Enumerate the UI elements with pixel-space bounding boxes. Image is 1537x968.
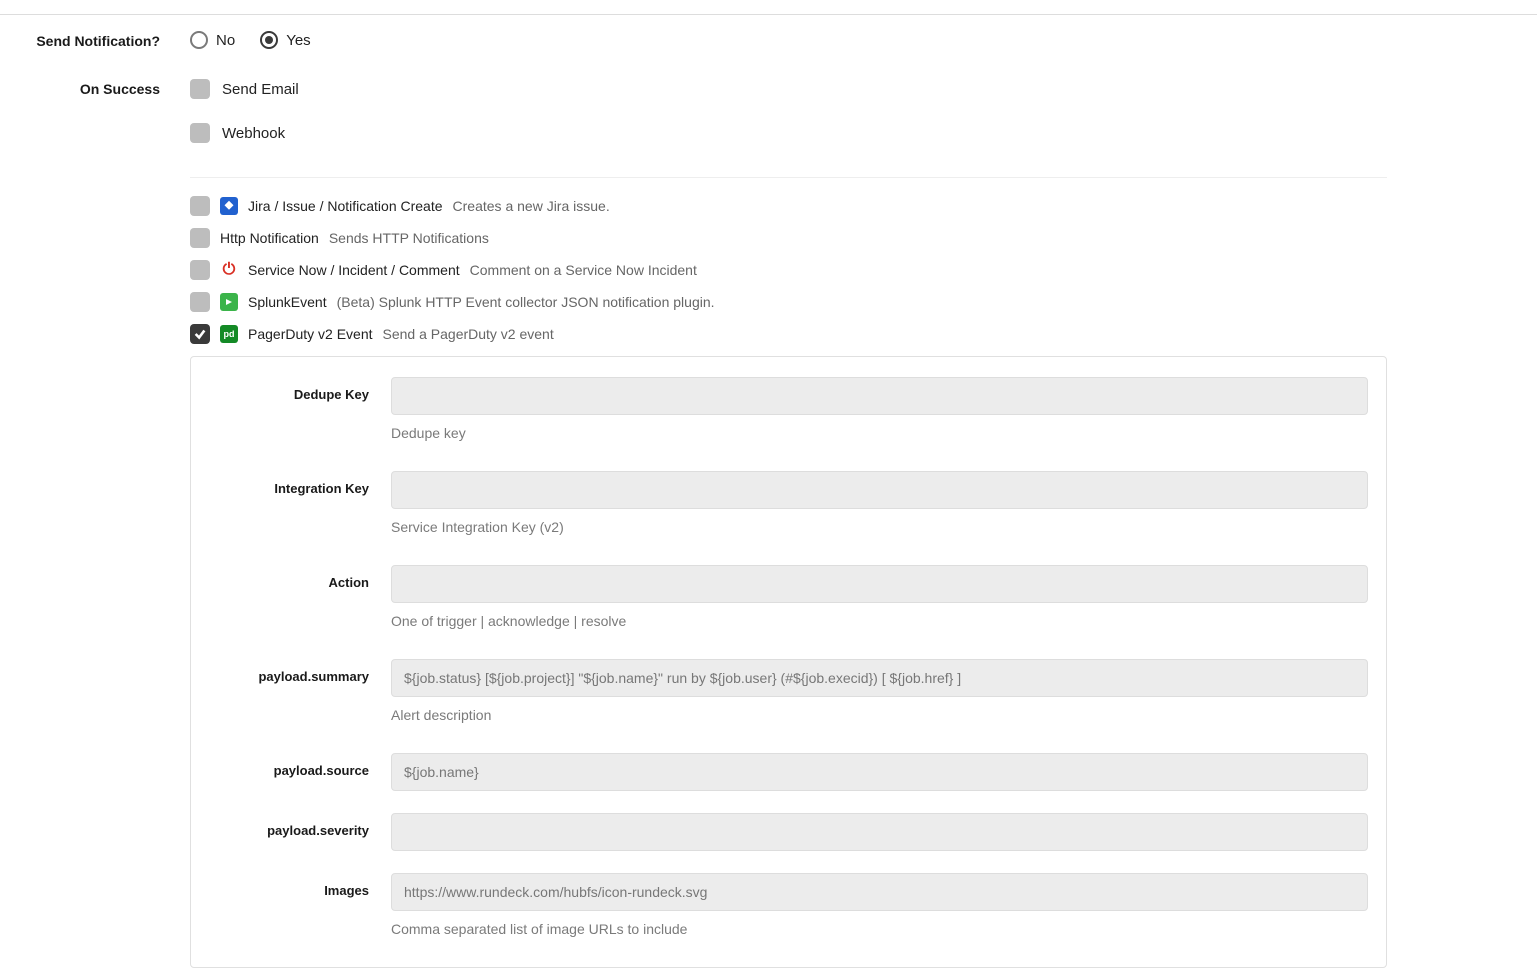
images-label: Images — [201, 873, 391, 937]
pagerduty-plugin-checkbox[interactable] — [190, 324, 210, 344]
servicenow-icon: ⏻ — [220, 261, 238, 279]
http-plugin-name: Http Notification — [220, 230, 319, 246]
webhook-label: Webhook — [222, 125, 285, 142]
send-notification-label: Send Notification? — [0, 31, 190, 49]
images-help: Comma separated list of image URLs to in… — [391, 921, 1368, 937]
integration-key-help: Service Integration Key (v2) — [391, 519, 1368, 535]
action-help: One of trigger | acknowledge | resolve — [391, 613, 1368, 629]
jira-icon — [220, 197, 238, 215]
integration-key-label: Integration Key — [201, 471, 391, 535]
splunk-plugin-checkbox[interactable] — [190, 292, 210, 312]
payload-summary-label: payload.summary — [201, 659, 391, 723]
webhook-checkbox[interactable] — [190, 123, 210, 143]
pagerduty-plugin-name: PagerDuty v2 Event — [248, 326, 373, 342]
send-notification-no-radio[interactable]: No — [190, 31, 235, 49]
send-email-checkbox[interactable] — [190, 79, 210, 99]
action-input[interactable] — [391, 565, 1368, 603]
jira-plugin-checkbox[interactable] — [190, 196, 210, 216]
payload-summary-input[interactable] — [391, 659, 1368, 697]
send-email-label: Send Email — [222, 81, 299, 98]
payload-summary-help: Alert description — [391, 707, 1368, 723]
dedupe-key-label: Dedupe Key — [201, 377, 391, 441]
jira-plugin-desc: Creates a new Jira issue. — [453, 198, 610, 214]
payload-severity-label: payload.severity — [201, 813, 391, 851]
send-notification-yes-radio[interactable]: Yes — [260, 31, 310, 49]
pagerduty-plugin-desc: Send a PagerDuty v2 event — [383, 326, 554, 342]
servicenow-plugin-checkbox[interactable] — [190, 260, 210, 280]
payload-severity-input[interactable] — [391, 813, 1368, 851]
dedupe-key-help: Dedupe key — [391, 425, 1368, 441]
servicenow-plugin-desc: Comment on a Service Now Incident — [470, 262, 697, 278]
payload-source-input[interactable] — [391, 753, 1368, 791]
payload-source-label: payload.source — [201, 753, 391, 791]
radio-label-yes: Yes — [286, 32, 310, 49]
http-plugin-desc: Sends HTTP Notifications — [329, 230, 489, 246]
splunk-plugin-desc: (Beta) Splunk HTTP Event collector JSON … — [337, 294, 715, 310]
integration-key-input[interactable] — [391, 471, 1368, 509]
radio-icon — [190, 31, 208, 49]
action-label: Action — [201, 565, 391, 629]
splunk-icon — [220, 293, 238, 311]
splunk-plugin-name: SplunkEvent — [248, 294, 327, 310]
radio-label-no: No — [216, 32, 235, 49]
servicenow-plugin-name: Service Now / Incident / Comment — [248, 262, 460, 278]
http-plugin-checkbox[interactable] — [190, 228, 210, 248]
radio-icon — [260, 31, 278, 49]
on-success-label: On Success — [0, 79, 190, 97]
pagerduty-icon: pd — [220, 325, 238, 343]
jira-plugin-name: Jira / Issue / Notification Create — [248, 198, 443, 214]
divider — [190, 177, 1387, 178]
pagerduty-config-panel: Dedupe Key Dedupe key Integration Key Se… — [190, 356, 1387, 968]
dedupe-key-input[interactable] — [391, 377, 1368, 415]
images-input[interactable] — [391, 873, 1368, 911]
